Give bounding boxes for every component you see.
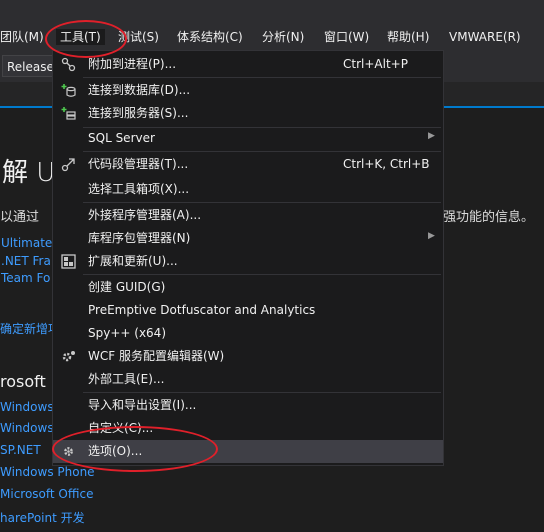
menu-item-choose-toolbox[interactable]: 选择工具箱项(X)... (53, 178, 443, 201)
menu-separator (83, 202, 441, 203)
menu-item-connect-database[interactable]: 连接到数据库(D)... (53, 79, 443, 102)
menu-item-label: 导入和导出设置(I)... (88, 398, 197, 412)
solution-configuration-dropdown[interactable]: Release (2, 55, 56, 77)
start-link-windows-phone[interactable]: Windows Phone (0, 465, 95, 479)
menu-item-label: 创建 GUID(G) (88, 280, 166, 294)
extensions-icon (61, 254, 76, 269)
code-snippets-icon (61, 158, 75, 172)
menu-item-code-snippets[interactable]: 代码段管理器(T)... Ctrl+K, Ctrl+B (53, 153, 443, 176)
menu-analyze[interactable]: 分析(N) (262, 29, 304, 45)
menu-item-label: PreEmptive Dotfuscator and Analytics (88, 303, 316, 317)
connect-database-icon (61, 84, 76, 97)
menu-item-extensions[interactable]: 扩展和更新(U)... (53, 250, 443, 273)
menu-item-label: 选择工具箱项(X)... (88, 182, 190, 196)
start-page-heading: 解 U (2, 158, 56, 188)
submenu-arrow-icon: ▶ (428, 231, 435, 241)
start-page-intro-left: 以通过 (0, 210, 40, 225)
menu-item-label: SQL Server (88, 131, 155, 145)
menu-item-import-export[interactable]: 导入和导出设置(I)... (53, 394, 443, 417)
start-link-team[interactable]: Team Fo (1, 271, 50, 285)
annotation-ellipse-tools (45, 20, 127, 58)
menu-vmware[interactable]: VMWARE(R) (449, 29, 521, 45)
start-page-intro-right: 强功能的信息。 (443, 210, 535, 225)
menu-item-spy[interactable]: Spy++ (x64) (53, 322, 443, 345)
menu-item-label: 连接到服务器(S)... (88, 106, 189, 120)
menu-item-connect-server[interactable]: 连接到服务器(S)... (53, 102, 443, 125)
menu-item-create-guid[interactable]: 创建 GUID(G) (53, 276, 443, 299)
menu-item-label: Spy++ (x64) (88, 326, 166, 340)
menu-item-label: 连接到数据库(D)... (88, 83, 191, 97)
menu-separator (83, 77, 441, 78)
submenu-arrow-icon: ▶ (428, 131, 435, 141)
menu-architecture[interactable]: 体系结构(C) (177, 29, 243, 45)
menu-item-label: 附加到进程(P)... (88, 57, 177, 71)
menu-item-label: WCF 服务配置编辑器(W) (88, 349, 225, 363)
start-link-aspnet[interactable]: SP.NET (0, 443, 41, 457)
menu-item-sql-server[interactable]: SQL Server ▶ (53, 127, 443, 150)
menu-item-external-tools[interactable]: 外部工具(E)... (53, 368, 443, 391)
menu-item-shortcut: Ctrl+Alt+P (343, 57, 408, 71)
start-link-ultimate[interactable]: Ultimate (1, 236, 52, 250)
menu-item-attach-process[interactable]: 附加到进程(P)... Ctrl+Alt+P (53, 53, 443, 76)
start-link-dotnet[interactable]: .NET Fra (1, 254, 51, 268)
menu-item-label: 库程序包管理器(N) (88, 231, 191, 245)
menu-separator (83, 392, 441, 393)
annotation-ellipse-options (52, 426, 218, 472)
start-link-office[interactable]: Microsoft Office (0, 487, 93, 501)
start-link-windows-2[interactable]: Windows (0, 421, 54, 435)
menu-team[interactable]: 团队(M) (0, 29, 44, 45)
attach-process-icon (61, 57, 76, 72)
menu-item-label: 扩展和更新(U)... (88, 254, 178, 268)
menu-item-dotfuscator[interactable]: PreEmptive Dotfuscator and Analytics (53, 299, 443, 322)
tools-dropdown-menu: 附加到进程(P)... Ctrl+Alt+P 连接到数据库(D)... 连接到服… (52, 50, 444, 466)
start-link-sharepoint[interactable]: harePoint 开发 (0, 509, 85, 526)
start-section-microsoft: rosoft (0, 372, 46, 391)
menu-help[interactable]: 帮助(H) (387, 29, 429, 45)
connect-server-icon (61, 107, 76, 120)
menu-item-addin-manager[interactable]: 外接程序管理器(A)... (53, 204, 443, 227)
start-link-windows-1[interactable]: Windows (0, 400, 54, 414)
menu-item-shortcut: Ctrl+K, Ctrl+B (343, 157, 430, 171)
menu-item-label: 代码段管理器(T)... (88, 157, 189, 171)
menu-window[interactable]: 窗口(W) (324, 29, 369, 45)
menu-item-package-manager[interactable]: 库程序包管理器(N) ▶ (53, 227, 443, 250)
menu-item-label: 外部工具(E)... (88, 372, 165, 386)
menu-item-wcf-editor[interactable]: WCF 服务配置编辑器(W) (53, 345, 443, 368)
menu-separator (83, 274, 441, 275)
wcf-config-icon (62, 351, 75, 362)
start-link-new-items[interactable]: 确定新增项 (0, 320, 60, 337)
menu-item-label: 外接程序管理器(A)... (88, 208, 202, 222)
menu-separator (83, 151, 441, 152)
